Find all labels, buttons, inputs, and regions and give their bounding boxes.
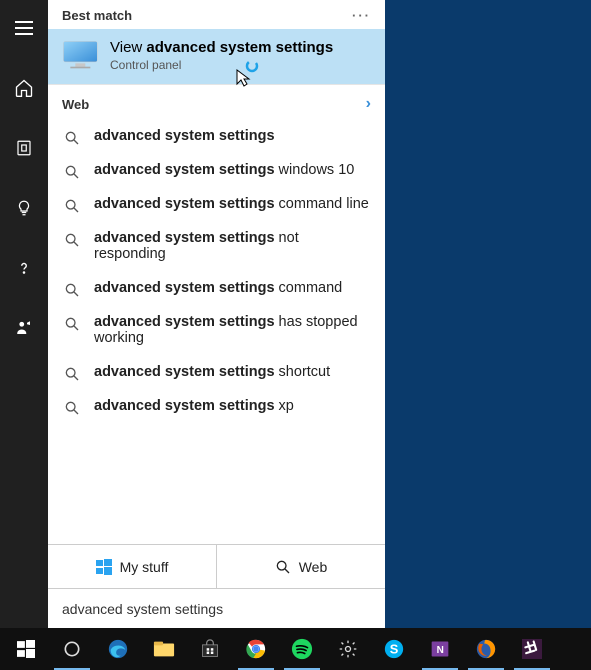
web-results-list: advanced system settingsadvanced system … xyxy=(48,119,385,544)
search-panel: Best match ··· View advanced system sett… xyxy=(48,0,385,628)
result-bold: advanced system settings xyxy=(94,398,275,414)
tab-my-stuff-label: My stuff xyxy=(120,559,169,575)
tab-web-label: Web xyxy=(299,559,328,575)
web-result[interactable]: advanced system settings windows 10 xyxy=(48,153,385,187)
taskbar-cortana[interactable] xyxy=(50,628,94,670)
web-result[interactable]: advanced system settings command line xyxy=(48,187,385,221)
home-icon[interactable] xyxy=(0,68,48,108)
web-result[interactable]: advanced system settings xyxy=(48,119,385,153)
result-rest: command xyxy=(275,280,343,296)
chevron-right-icon[interactable]: › xyxy=(366,95,371,113)
best-match-title: View advanced system settings xyxy=(110,39,371,56)
result-rest: xp xyxy=(275,398,294,414)
web-header: Web › xyxy=(48,84,385,119)
taskbar-chrome[interactable] xyxy=(234,628,278,670)
web-result[interactable]: advanced system settings not responding xyxy=(48,221,385,271)
taskbar: S N xyxy=(0,628,591,670)
taskbar-slack[interactable] xyxy=(510,628,554,670)
result-bold: advanced system settings xyxy=(94,364,275,380)
taskbar-onenote[interactable]: N xyxy=(418,628,462,670)
windows-logo-icon xyxy=(96,559,112,575)
web-result[interactable]: advanced system settings has stopped wor… xyxy=(48,305,385,355)
cortana-sidebar xyxy=(0,0,48,628)
result-bold: advanced system settings xyxy=(94,128,275,144)
result-bold: advanced system settings xyxy=(94,280,275,296)
search-box[interactable] xyxy=(48,588,385,628)
web-result[interactable]: advanced system settings command xyxy=(48,271,385,305)
taskbar-explorer[interactable] xyxy=(142,628,186,670)
more-icon[interactable]: ··· xyxy=(352,8,371,23)
taskbar-edge[interactable] xyxy=(96,628,140,670)
best-match-header: Best match ··· xyxy=(48,0,385,29)
search-icon xyxy=(275,559,291,575)
result-rest: windows 10 xyxy=(275,162,355,178)
taskbar-skype[interactable]: S xyxy=(372,628,416,670)
tab-web[interactable]: Web xyxy=(216,545,385,588)
feedback-icon[interactable] xyxy=(0,308,48,348)
svg-text:N: N xyxy=(437,645,444,656)
web-result[interactable]: advanced system settings shortcut xyxy=(48,355,385,389)
best-match-subtitle: Control panel xyxy=(110,58,371,72)
help-icon[interactable] xyxy=(0,248,48,288)
taskbar-store[interactable] xyxy=(188,628,232,670)
search-input[interactable] xyxy=(62,601,371,617)
result-bold: advanced system settings xyxy=(94,162,275,178)
web-result[interactable]: advanced system settings xp xyxy=(48,389,385,423)
result-bold: advanced system settings xyxy=(94,230,275,246)
best-match-result[interactable]: View advanced system settings Control pa… xyxy=(48,29,385,84)
lightbulb-icon[interactable] xyxy=(0,188,48,228)
taskbar-firefox[interactable] xyxy=(464,628,508,670)
result-bold: advanced system settings xyxy=(94,314,275,330)
best-match-label: Best match xyxy=(62,8,132,23)
svg-text:S: S xyxy=(390,642,399,657)
filter-tabs: My stuff Web xyxy=(48,544,385,588)
start-button[interactable] xyxy=(4,628,48,670)
notebook-icon[interactable] xyxy=(0,128,48,168)
result-bold: advanced system settings xyxy=(94,196,275,212)
result-rest: command line xyxy=(275,196,369,212)
monitor-icon xyxy=(62,39,102,71)
result-rest: shortcut xyxy=(275,364,331,380)
tab-my-stuff[interactable]: My stuff xyxy=(48,545,216,588)
hamburger-icon[interactable] xyxy=(0,8,48,48)
taskbar-settings[interactable] xyxy=(326,628,370,670)
taskbar-spotify[interactable] xyxy=(280,628,324,670)
web-label: Web xyxy=(62,97,89,112)
